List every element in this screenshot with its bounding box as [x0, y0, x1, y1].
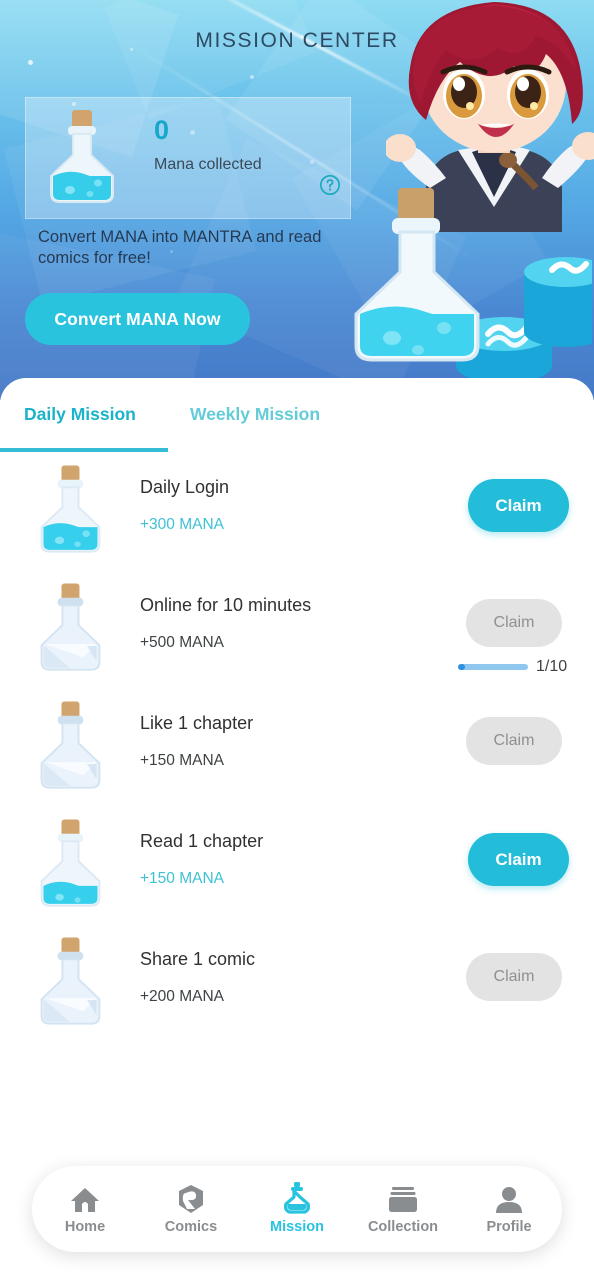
tab-weekly-mission[interactable]: Weekly Mission — [190, 404, 320, 425]
claim-button: Claim — [466, 717, 562, 765]
promo-text: Convert MANA into MANTRA and read comics… — [38, 228, 322, 267]
mission-title: Read 1 chapter — [140, 831, 264, 851]
potion-bottle-empty-icon — [40, 701, 101, 789]
nav-label: Mission — [270, 1218, 324, 1235]
mission-reward: +500 MANA — [140, 634, 225, 651]
nav-label: Comics — [164, 1218, 218, 1235]
mission-row[interactable]: Read 1 chapter +150 MANA Claim — [0, 806, 594, 924]
mission-progress: 1/10 — [458, 658, 570, 676]
collection-cards-icon — [388, 1184, 418, 1214]
nav-label: Collection — [367, 1218, 439, 1235]
potion-bottle-filled-icon — [40, 465, 101, 553]
progress-text: 1/10 — [536, 658, 568, 675]
mana-collected-card: 0 Mana collected — [25, 97, 351, 219]
claim-button: Claim — [466, 953, 562, 1001]
nav-item-comics[interactable]: Comics — [138, 1166, 244, 1252]
person-icon — [495, 1184, 523, 1214]
question-circle-icon[interactable] — [319, 174, 341, 196]
mission-reward: +150 MANA — [140, 752, 225, 769]
mission-title: Daily Login — [140, 477, 230, 497]
large-potion-bottle-illustration — [354, 188, 480, 362]
nav-item-collection[interactable]: Collection — [350, 1166, 456, 1252]
potion-bottle-empty-icon — [40, 583, 101, 671]
mission-center-banner: MISSION CENTER 0 Mana collected Convert … — [0, 0, 594, 400]
nav-item-home[interactable]: Home — [32, 1166, 138, 1252]
mana-count-label: Mana collected — [154, 156, 262, 173]
tab-daily-mission[interactable]: Daily Mission — [24, 404, 136, 425]
progress-fill — [458, 664, 465, 670]
page-title: MISSION CENTER — [195, 29, 399, 52]
mission-tabs: Daily Mission Weekly Mission — [0, 378, 594, 452]
mission-row[interactable]: Like 1 chapter +150 MANA Claim — [0, 688, 594, 806]
nav-label: Home — [64, 1218, 106, 1235]
mission-reward: +200 MANA — [140, 988, 225, 1005]
mission-reward: +300 MANA — [140, 516, 225, 533]
home-icon — [70, 1184, 100, 1214]
potion-bottle-filled-icon — [40, 819, 101, 907]
progress-track — [458, 664, 528, 670]
claim-button[interactable]: Claim — [468, 479, 569, 532]
mission-row[interactable]: Daily Login +300 MANA Claim — [0, 452, 594, 570]
nav-label: Profile — [486, 1218, 532, 1235]
bottom-navigation-bar: Home Comics Mission Collection Profile — [32, 1166, 562, 1252]
missions-sheet: Daily Mission Weekly Mission Daily Login… — [0, 378, 594, 1280]
potion-bottle-empty-icon — [40, 937, 101, 1025]
mission-reward: +150 MANA — [140, 870, 225, 887]
nav-item-mission[interactable]: Mission — [244, 1166, 350, 1252]
mission-row[interactable]: Online for 10 minutes +500 MANA Claim 1/… — [0, 570, 594, 688]
convert-mana-button[interactable]: Convert MANA Now — [25, 293, 250, 345]
mission-title: Like 1 chapter — [140, 713, 254, 733]
nav-item-profile[interactable]: Profile — [456, 1166, 562, 1252]
mission-title: Online for 10 minutes — [140, 595, 312, 615]
mission-row[interactable]: Share 1 comic +200 MANA Claim — [0, 924, 594, 1042]
comics-icon — [177, 1184, 205, 1214]
potion-bottle-filled-icon — [50, 110, 114, 203]
mana-count-value: 0 — [154, 115, 170, 145]
claim-button: Claim — [466, 599, 562, 647]
potion-icon — [284, 1181, 310, 1214]
mission-title: Share 1 comic — [140, 949, 256, 969]
mission-list: Daily Login +300 MANA Claim Online for 1… — [0, 452, 594, 1042]
claim-button[interactable]: Claim — [468, 833, 569, 886]
